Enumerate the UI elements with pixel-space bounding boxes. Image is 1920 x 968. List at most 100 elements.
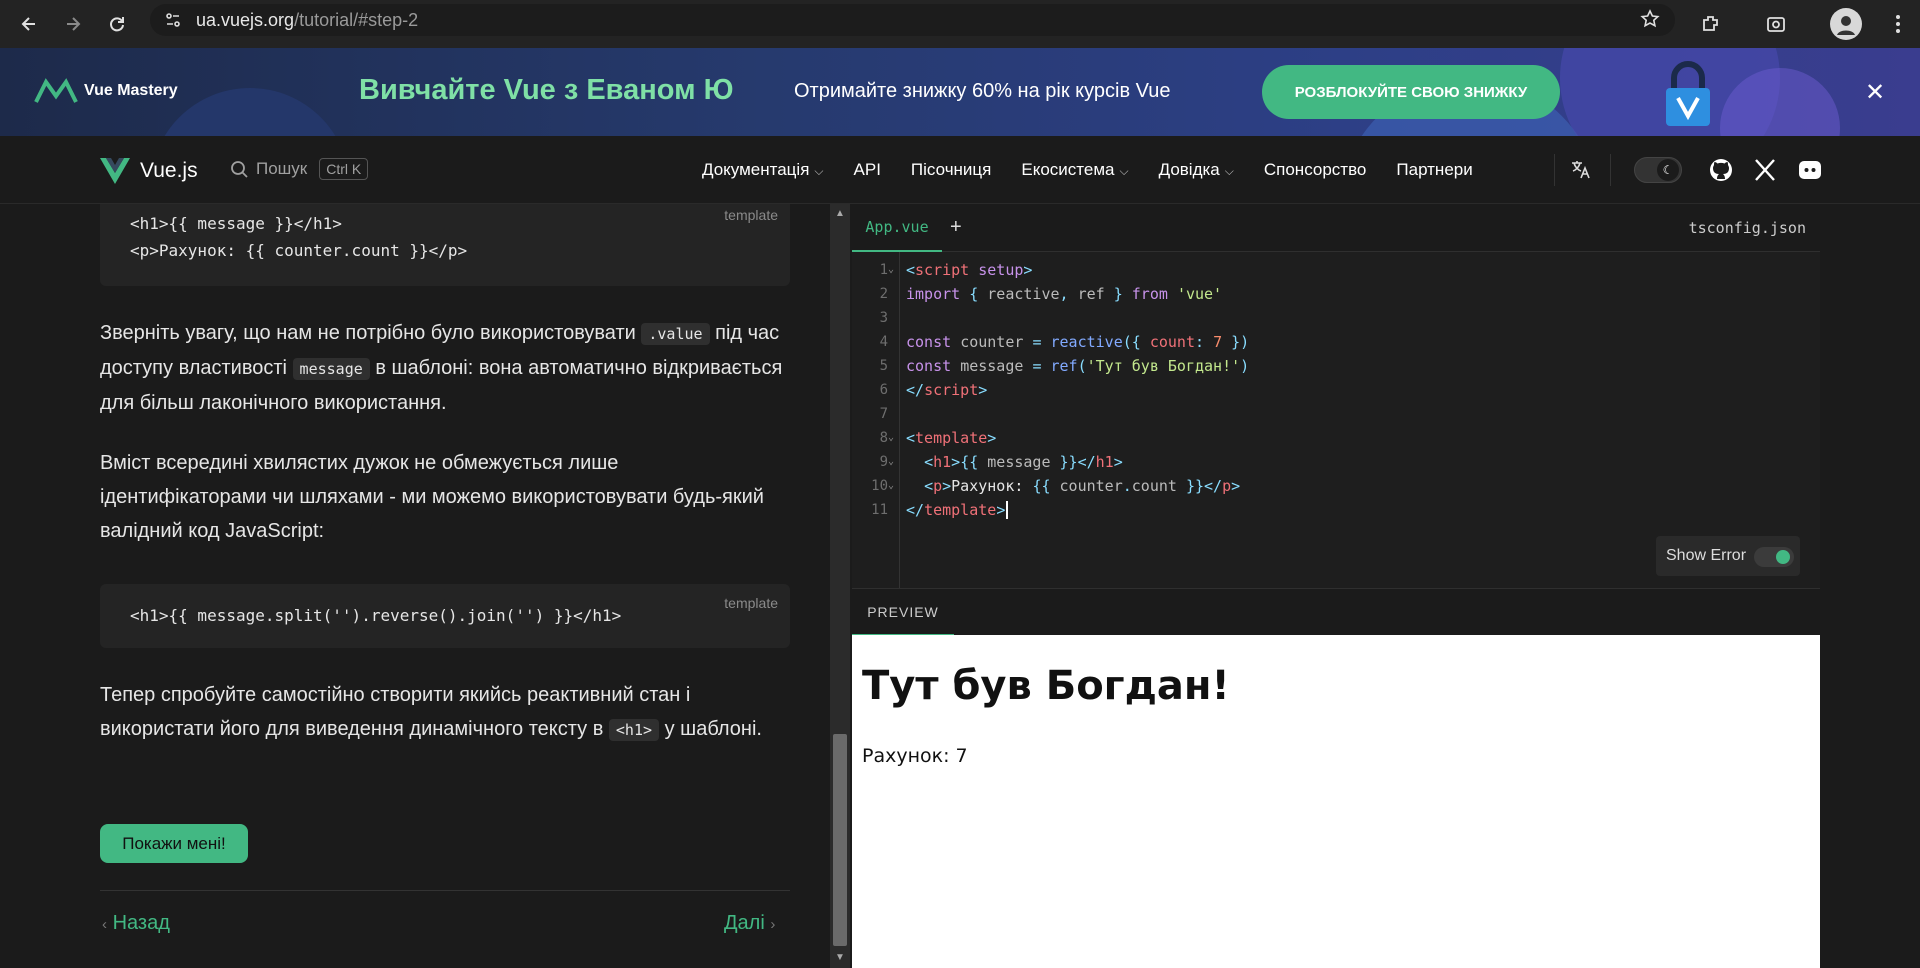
scrollbar-thumb[interactable] [833,734,847,946]
page-margin [1820,204,1920,968]
code-line: <h1>{{ message }}</h1> [130,214,342,233]
discord-icon[interactable] [1797,157,1823,183]
prev-label: Назад [112,912,170,934]
reload-icon[interactable] [102,9,132,39]
github-icon[interactable] [1708,157,1734,183]
bookmark-star-icon[interactable] [1640,9,1660,34]
moon-icon: ☾ [1657,159,1679,181]
tab-tsconfig[interactable]: tsconfig.json [1689,219,1806,237]
next-label: Далі [724,912,765,934]
preview-output: Тут був Богдан! Рахунок: 7 [852,635,1820,968]
banner-subtext: Отримайте знижку 60% на рік курсів Vue [794,80,1171,102]
scroll-up-icon[interactable]: ▲ [835,208,845,219]
next-link[interactable]: Далі › [724,912,775,935]
chevron-down-icon: ⌵ [1119,164,1129,178]
chevron-down-icon: ⌵ [814,164,824,178]
line-number: 5 [879,358,888,374]
code-line: </script> [906,381,988,399]
nav-playground[interactable]: Пісочниця [911,160,991,180]
search-button[interactable]: Пошук Ctrl K [230,158,369,180]
dark-mode-toggle[interactable]: ☾ [1634,157,1682,183]
code-line: <script setup> [906,261,1033,279]
add-file-button[interactable]: + [950,216,962,239]
url-host: ua.vuejs.org [196,9,295,30]
back-icon[interactable] [14,9,44,39]
fold-icon[interactable]: ⌄ [888,480,894,491]
show-error-control[interactable]: Show Error [1656,536,1800,576]
inline-code: .value [641,323,710,345]
vue-mastery-logo[interactable]: Vue Mastery [34,78,178,104]
forward-icon[interactable] [58,9,88,39]
extensions-icon[interactable] [1695,8,1727,40]
promo-banner: Vue Mastery Вивчайте Vue з Еваном Ю Отри… [0,48,1920,136]
scroll-down-icon[interactable]: ▼ [835,952,845,963]
fold-icon[interactable]: ⌄ [888,456,894,467]
code-line: import { reactive, ref } from 'vue' [906,285,1223,303]
code-line: <h1>{{ message.split('').reverse().join(… [130,606,622,625]
line-number: 6 [879,382,888,398]
translate-icon[interactable] [1570,158,1592,185]
line-number: 2 [879,286,888,302]
nav-ecosystem[interactable]: Екосистема ⌵ [1021,160,1128,180]
tutorial-pane: template <h1>{{ message }}</h1> <p>Рахун… [0,204,830,968]
address-bar[interactable]: ua.vuejs.org/tutorial/#step-2 [150,4,1675,36]
show-me-button[interactable]: Покажи мені! [100,824,248,863]
preview-counter: Рахунок: 7 [862,745,968,767]
line-number: 9 [879,454,888,470]
line-number: 7 [879,406,888,422]
nav-sponsor[interactable]: Спонсорство [1264,160,1367,180]
lock-icon [1660,58,1716,135]
code-line: const message = ref('Тут був Богдан!') [906,357,1250,375]
paragraph-text: Зверніть увагу, що нам не потрібно було … [100,322,636,344]
line-number: 10 [871,478,888,494]
url-path: /tutorial/#step-2 [294,9,419,30]
code-block-template: template <h1>{{ message }}</h1> <p>Рахун… [100,204,790,286]
x-twitter-icon[interactable] [1752,157,1778,183]
nav-links: Документація ⌵ API Пісочниця Екосистема ⌵ … [702,160,1473,180]
show-error-toggle[interactable] [1754,547,1794,567]
code-line: const counter = reactive({ count: 7 }) [906,333,1250,351]
code-lang-label: template [724,207,778,223]
code-lang-label: template [724,595,778,611]
code-line: <template> [906,429,997,447]
banner-headline: Вивчайте Vue з Еваном Ю [359,74,734,106]
fold-icon[interactable]: ⌄ [888,264,894,275]
line-number: 4 [879,334,888,350]
chevron-right-icon: › [770,916,776,933]
banner-close-icon[interactable]: ✕ [1865,78,1885,107]
toggle-knob [1776,550,1790,564]
inline-code: message [292,358,370,380]
paragraph-try-it: Тепер спробуйте самостійно створити який… [100,678,790,747]
editor-tabs: App.vue + tsconfig.json [852,204,1820,252]
search-shortcut: Ctrl K [319,158,369,180]
nav-docs[interactable]: Документація ⌵ [702,160,824,180]
paragraph-text: у шаблоні. [664,718,762,740]
site-info-icon[interactable] [164,11,182,34]
nav-about-label: Довідка [1158,160,1220,179]
nav-about[interactable]: Довідка ⌵ [1159,160,1234,180]
divider [100,890,790,891]
tab-preview[interactable]: PREVIEW [852,589,954,636]
nav-partners[interactable]: Партнери [1396,160,1472,180]
profile-avatar[interactable] [1830,8,1862,40]
fold-icon[interactable]: ⌄ [888,432,894,443]
prev-link[interactable]: ‹ Назад [102,912,170,935]
line-number: 3 [879,310,888,326]
menu-kebab-icon[interactable] [1882,8,1914,40]
paragraph-value-note: Зверніть увагу, що нам не потрібно було … [100,316,790,420]
code-line: <p>Рахунок: {{ counter.count }}</p> [130,241,468,260]
code-editor: App.vue + tsconfig.json 1 2 3 4 5 6 7 8 … [852,204,1820,588]
search-label: Пошук [256,159,308,178]
tab-app-vue[interactable]: App.vue [852,204,942,252]
show-error-label: Show Error [1666,547,1747,564]
preview-heading: Тут був Богдан! [862,663,1230,709]
unlock-discount-button[interactable]: РОЗБЛОКУЙТЕ СВОЮ ЗНИЖКУ [1262,65,1560,119]
scrollbar[interactable]: ▲ ▼ [830,204,850,968]
nav-docs-label: Документація [702,160,810,179]
screenshot-icon[interactable] [1760,8,1792,40]
code-content[interactable]: 1 2 3 4 5 6 7 8 9 10 11 ⌄ ⌄ ⌄ ⌄ <script … [852,252,1820,522]
nav-api[interactable]: API [854,160,881,180]
browser-toolbar: ua.vuejs.org/tutorial/#step-2 [0,0,1920,48]
vuejs-logo[interactable]: Vue.js [100,158,198,184]
divider [1610,154,1611,186]
